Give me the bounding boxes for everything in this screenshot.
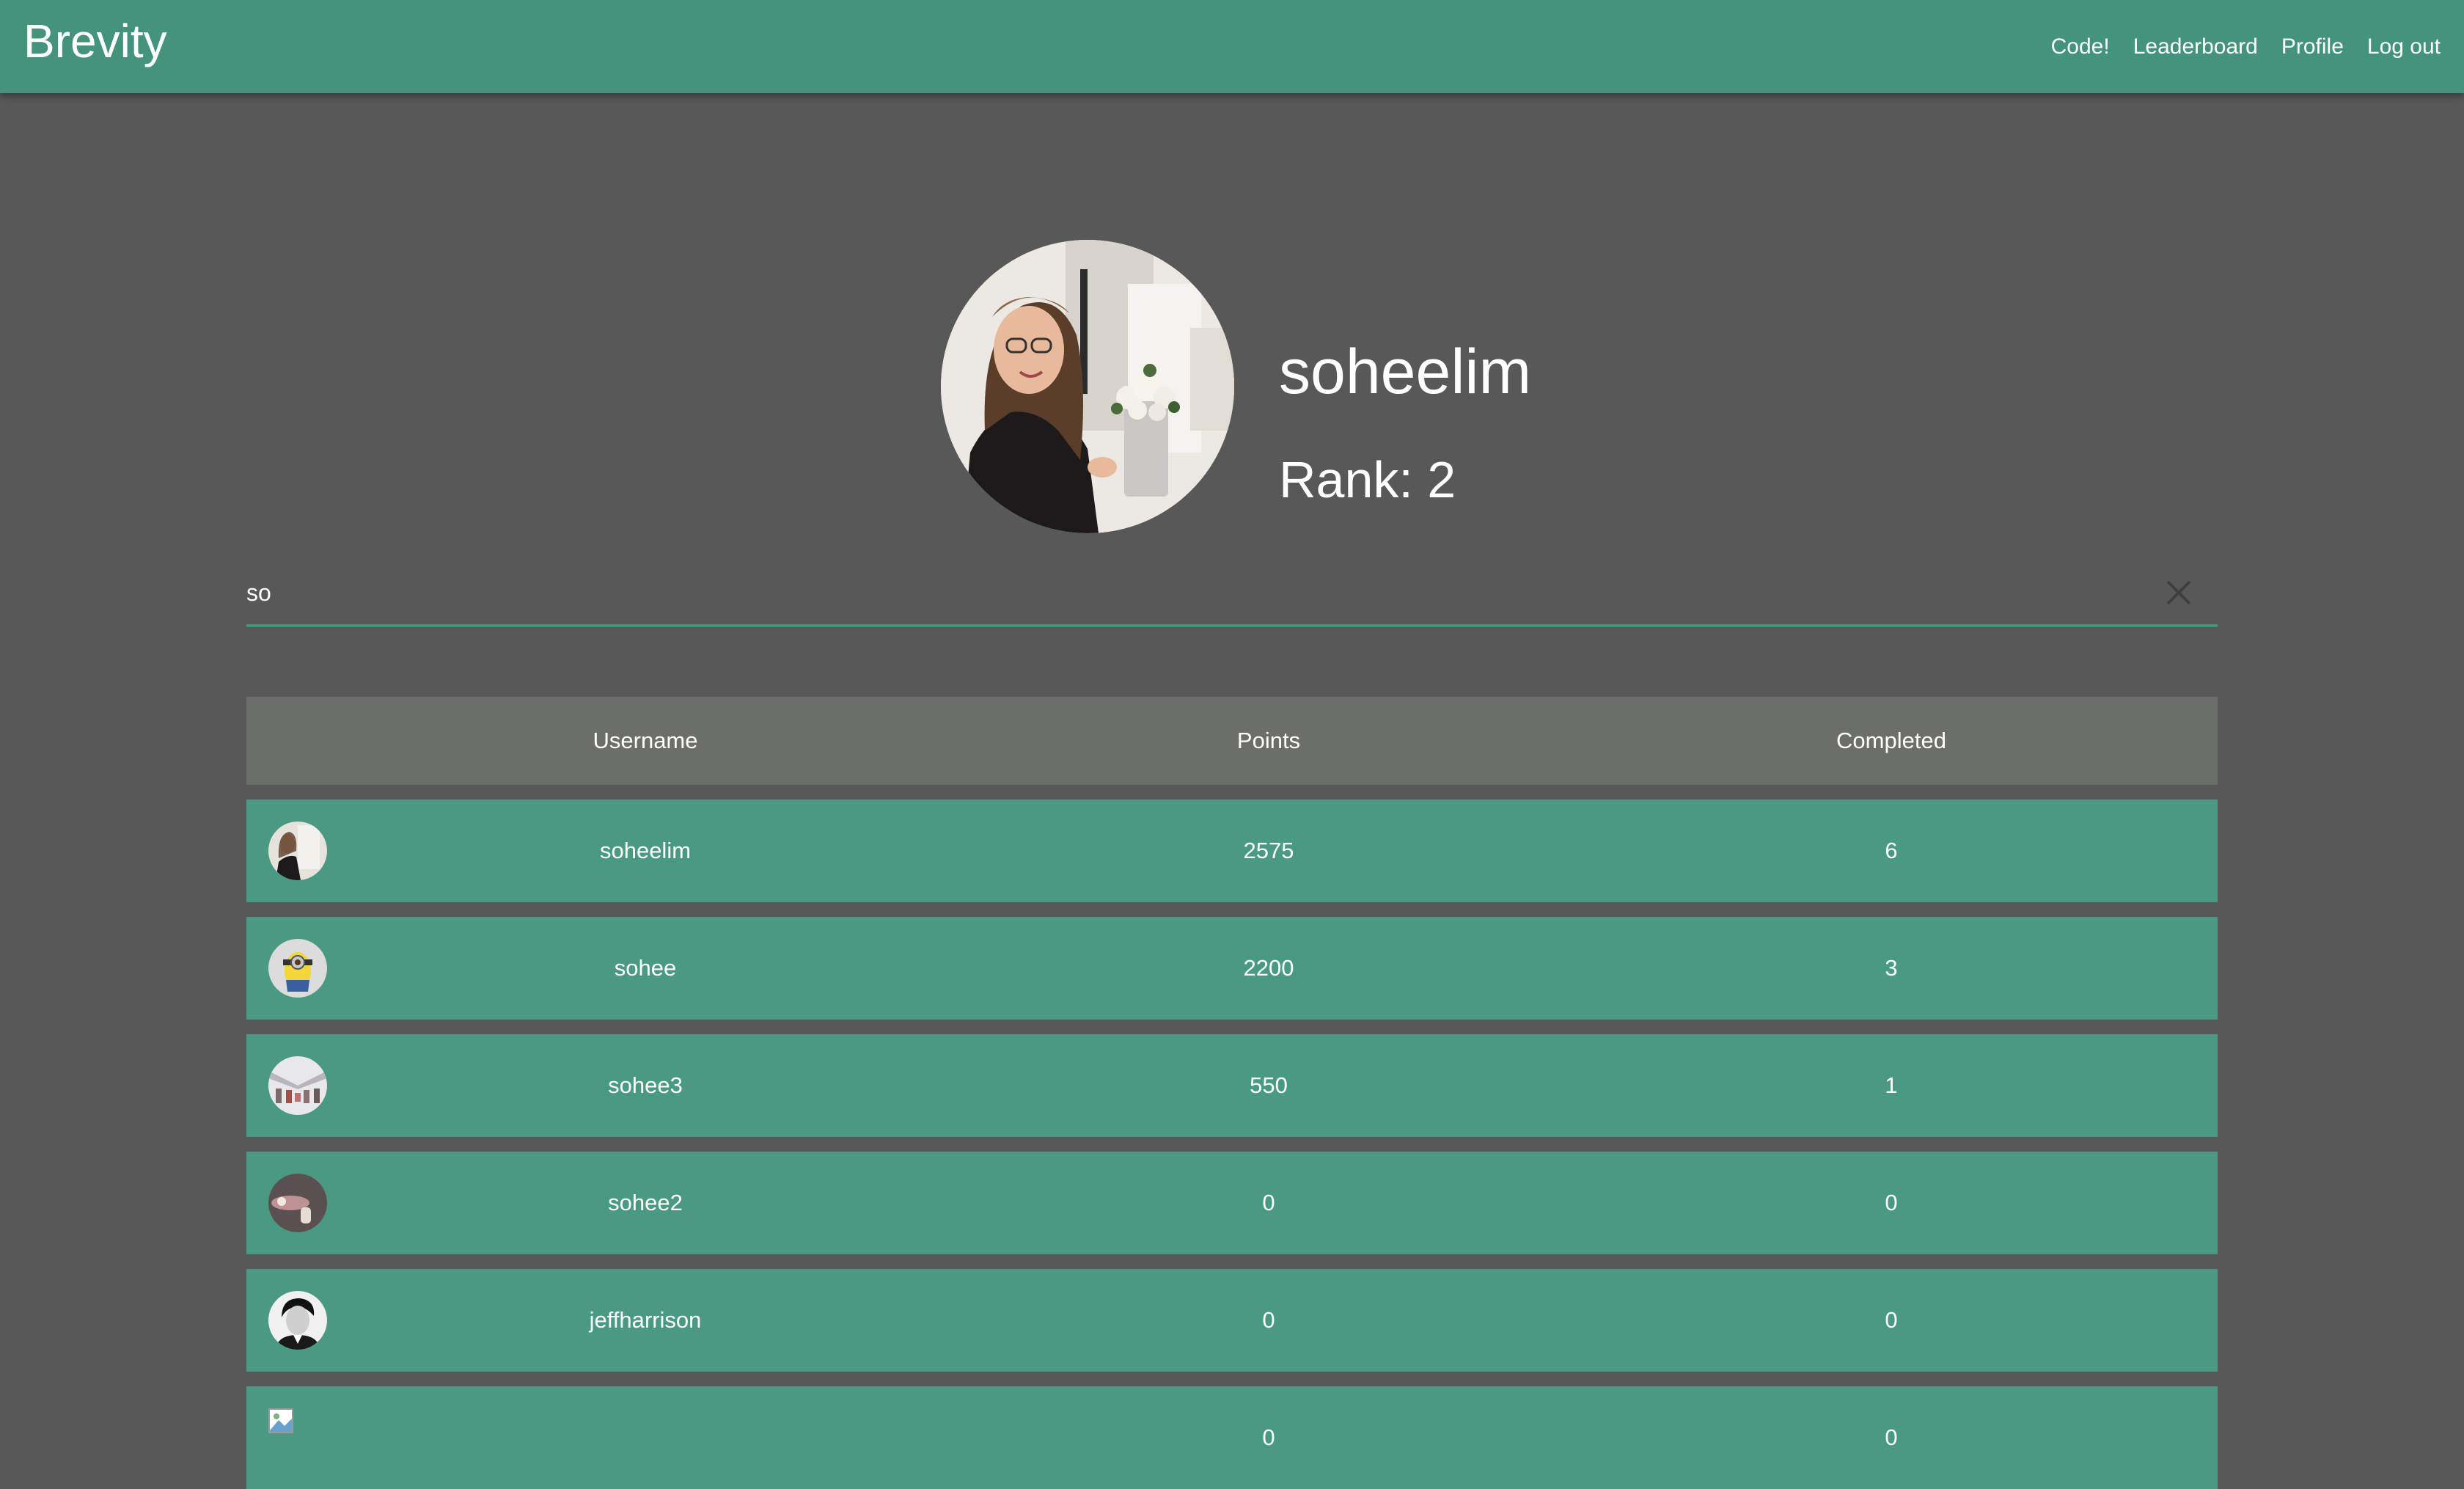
- cell-points: 550: [1250, 1072, 1288, 1098]
- leaderboard-table: Username Points Completed soheelim 2575 …: [246, 697, 2218, 1489]
- profile-header: soheelim Rank: 2: [941, 240, 1674, 533]
- navbar: Brevity Code! Leaderboard Profile Log ou…: [0, 0, 2464, 93]
- profile-avatar: [941, 240, 1234, 533]
- cell-completed: 0: [1885, 1424, 1898, 1450]
- cell-username: sohee3: [608, 1072, 683, 1098]
- nav-link-leaderboard[interactable]: Leaderboard: [2133, 34, 2258, 59]
- brand-logo[interactable]: Brevity: [23, 10, 167, 72]
- avatar: [268, 1056, 327, 1115]
- search-bar: [246, 561, 2218, 627]
- column-header-points[interactable]: Points: [1085, 728, 1452, 754]
- cell-username: sohee: [614, 955, 677, 981]
- avatar-broken-image-icon: [268, 1408, 293, 1433]
- avatar: [268, 1174, 327, 1232]
- table-row[interactable]: sohee3 550 1: [246, 1034, 2218, 1137]
- cell-completed: 0: [1885, 1307, 1898, 1333]
- column-header-username[interactable]: Username: [462, 728, 829, 754]
- table-row[interactable]: jeffharrison 0 0: [246, 1269, 2218, 1372]
- avatar: [268, 939, 327, 998]
- search-input[interactable]: [246, 571, 2138, 614]
- profile-rank: Rank: 2: [1279, 451, 1456, 508]
- nav-link-code[interactable]: Code!: [2051, 34, 2110, 59]
- cell-completed: 6: [1885, 838, 1898, 863]
- table-row[interactable]: sohee 2200 3: [246, 917, 2218, 1020]
- close-icon[interactable]: [2160, 574, 2197, 611]
- table-row[interactable]: sohee2 0 0: [246, 1152, 2218, 1254]
- table-row[interactable]: soheelim 2575 6: [246, 800, 2218, 902]
- column-header-completed[interactable]: Completed: [1708, 728, 2075, 754]
- cell-points: 0: [1262, 1190, 1275, 1215]
- cell-completed: 1: [1885, 1072, 1898, 1098]
- table-row[interactable]: 0 0: [246, 1386, 2218, 1489]
- cell-points: 2575: [1243, 838, 1294, 863]
- cell-username: sohee2: [608, 1190, 683, 1215]
- cell-completed: 0: [1885, 1190, 1898, 1215]
- cell-completed: 3: [1885, 955, 1898, 981]
- table-header: Username Points Completed: [246, 697, 2218, 785]
- avatar: [268, 822, 327, 880]
- nav-link-logout[interactable]: Log out: [2367, 34, 2441, 59]
- cell-points: 0: [1262, 1424, 1275, 1450]
- cell-points: 0: [1262, 1307, 1275, 1333]
- nav-links: Code! Leaderboard Profile Log out: [2051, 0, 2441, 93]
- cell-username: jeffharrison: [589, 1307, 702, 1333]
- avatar: [268, 1291, 327, 1350]
- profile-username: soheelim: [1279, 337, 1532, 407]
- cell-points: 2200: [1243, 955, 1294, 981]
- nav-link-profile[interactable]: Profile: [2281, 34, 2344, 59]
- cell-username: soheelim: [599, 838, 692, 863]
